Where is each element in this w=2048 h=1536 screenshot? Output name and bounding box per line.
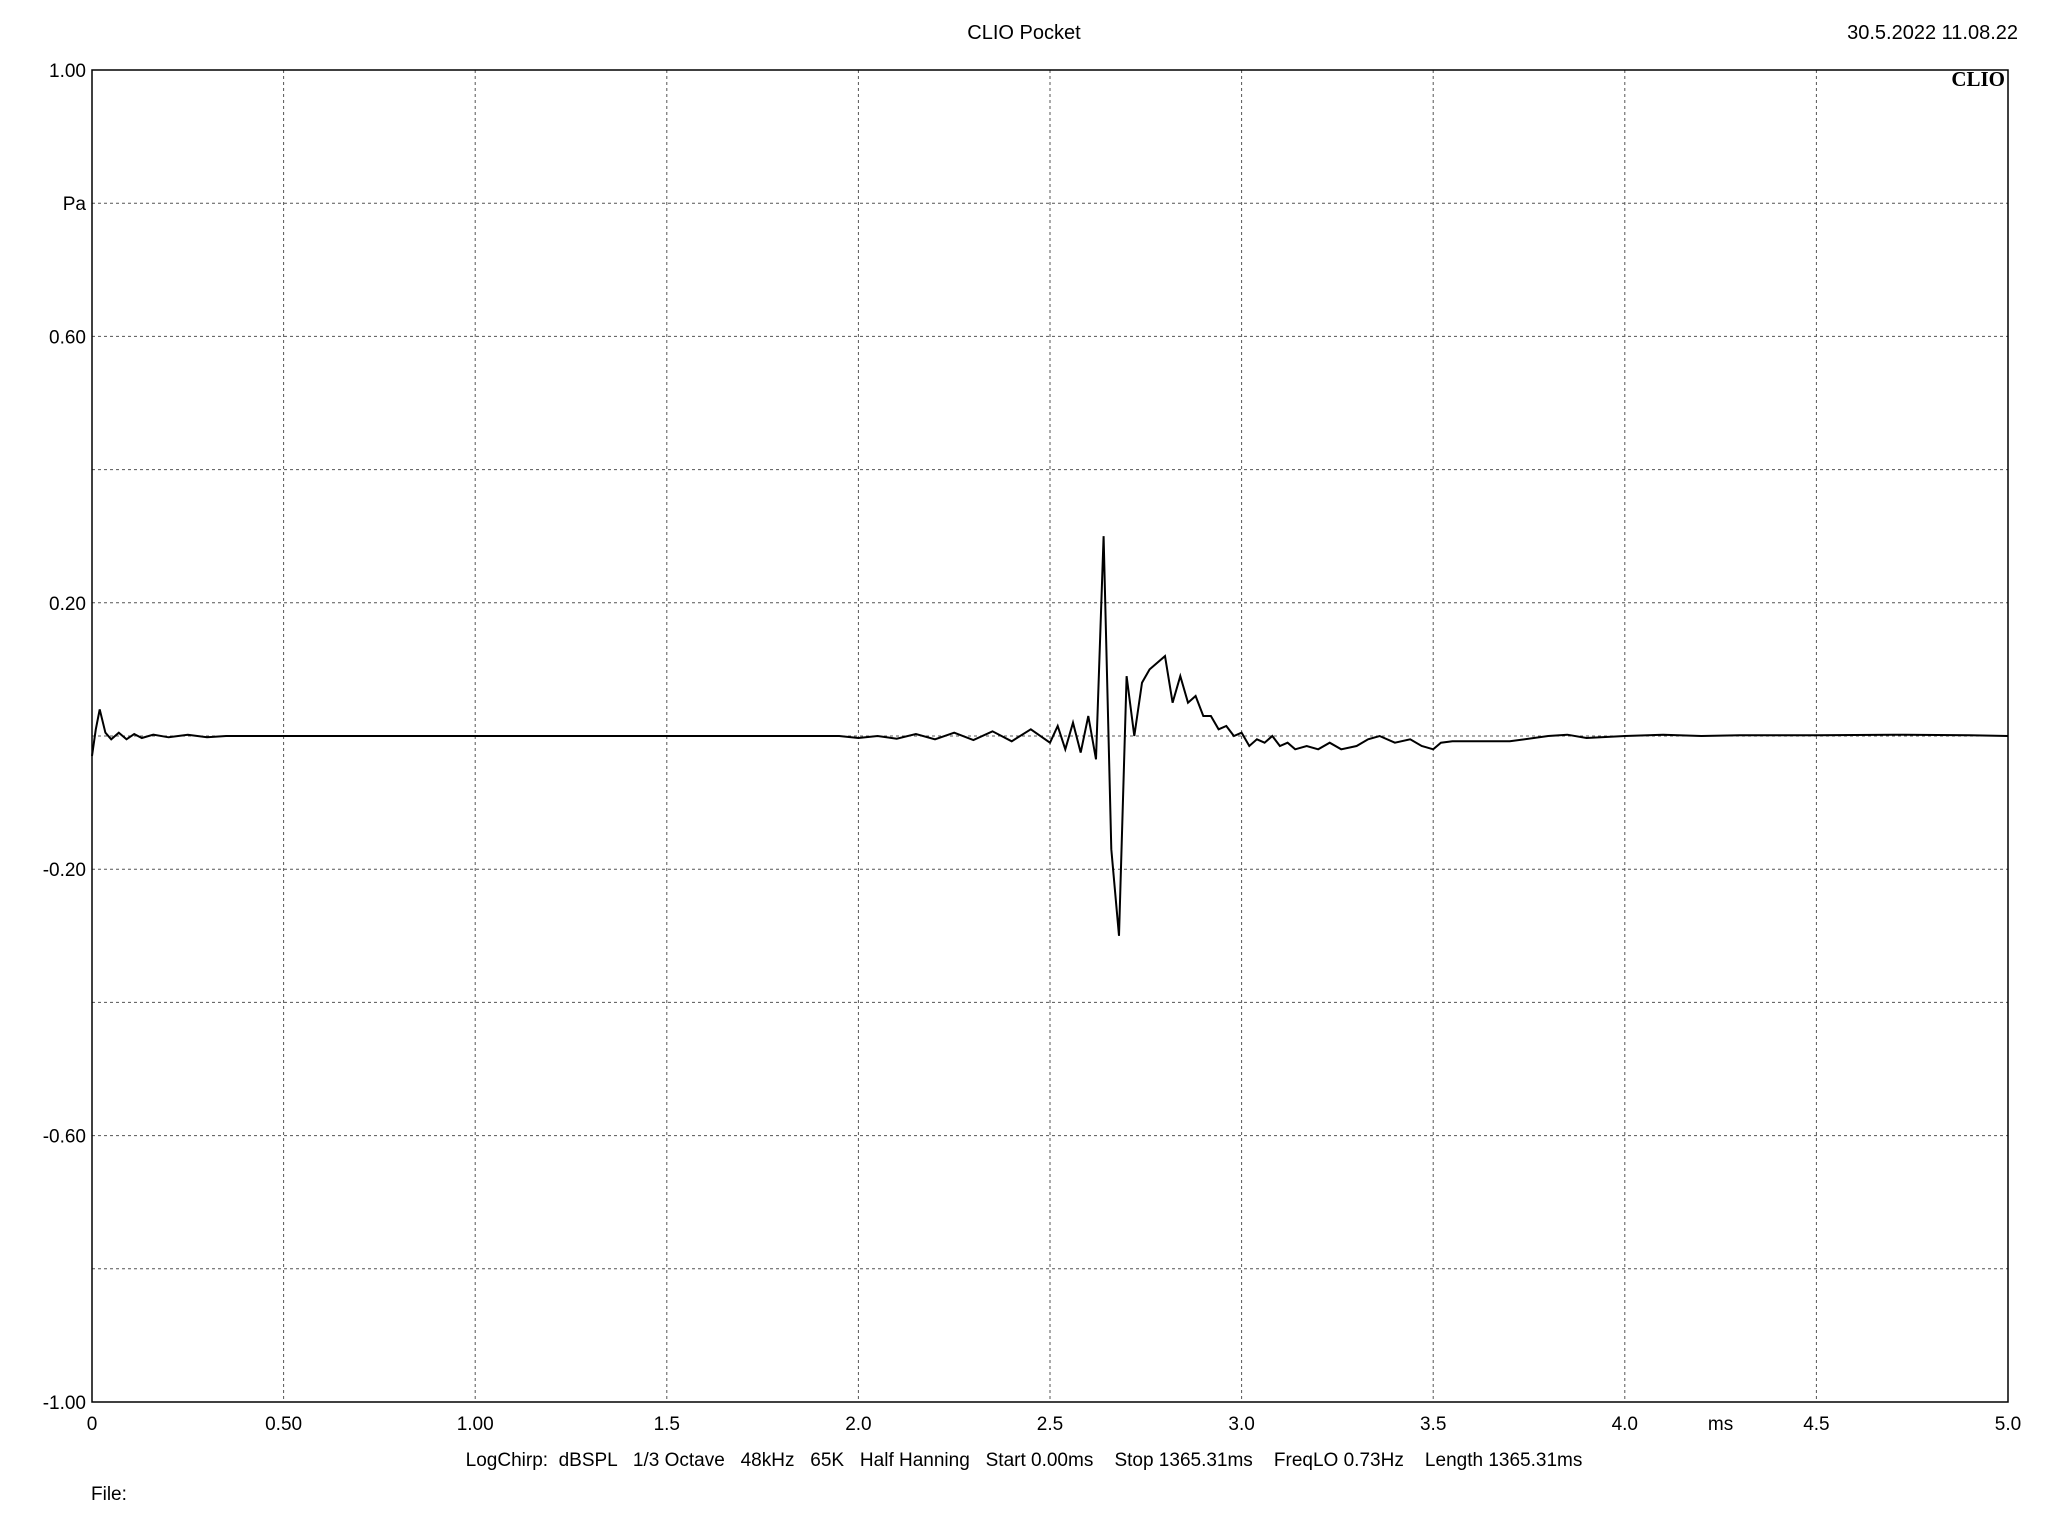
y-axis-unit-label: Pa — [63, 194, 87, 215]
measurement-settings: LogChirp: dBSPL 1/3 Octave 48kHz 65K Hal… — [465, 1450, 1583, 1471]
x-axis-unit-label: ms — [1708, 1414, 1733, 1435]
clio-logo: CLIO — [1951, 67, 2005, 91]
tick-labels: 0 0.50 1.00 1.5 2.0 2.5 3.0 3.5 4.0 4.5 5.0 1.00 0.6… — [43, 61, 2022, 1435]
y-tick-label: -0.20 — [43, 860, 86, 881]
y-tick-label: -0.60 — [43, 1127, 86, 1148]
x-tick-label: 0 — [87, 1414, 98, 1435]
y-tick-label: -1.00 — [43, 1393, 86, 1414]
x-tick-label: 3.0 — [1228, 1414, 1254, 1435]
chart-canvas: 0 0.50 1.00 1.5 2.0 2.5 3.0 3.5 4.0 4.5 5.0 1.00 0.6… — [43, 61, 2022, 1435]
x-tick-label: 5.0 — [1995, 1414, 2021, 1435]
x-tick-label: 2.0 — [845, 1414, 871, 1435]
y-tick-label: 0.60 — [49, 327, 86, 348]
file-label: File: — [91, 1484, 127, 1505]
x-tick-label: 4.0 — [1612, 1414, 1638, 1435]
x-tick-label: 0.50 — [265, 1414, 302, 1435]
x-tick-label: 2.5 — [1037, 1414, 1063, 1435]
y-tick-label: 1.00 — [49, 61, 86, 82]
x-tick-label: 1.5 — [654, 1414, 680, 1435]
x-tick-label: 4.5 — [1803, 1414, 1829, 1435]
x-tick-label: 3.5 — [1420, 1414, 1446, 1435]
x-tick-label: 1.00 — [457, 1414, 494, 1435]
y-tick-label: 0.20 — [49, 594, 86, 615]
